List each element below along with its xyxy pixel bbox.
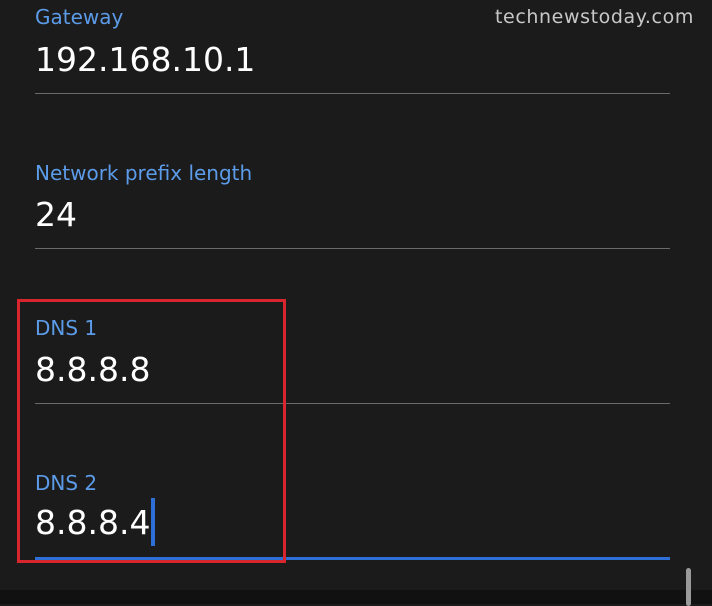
network-prefix-length-label: Network prefix length: [35, 161, 253, 185]
gateway-field[interactable]: Gateway 192.168.10.1: [35, 0, 670, 96]
network-prefix-length-field[interactable]: Network prefix length 24: [35, 150, 670, 250]
scrollbar-thumb[interactable]: [686, 568, 691, 606]
gateway-underline: [35, 93, 670, 94]
gateway-input[interactable]: 192.168.10.1: [35, 40, 255, 79]
panel-bottom-edge: [0, 590, 712, 604]
network-prefix-length-input[interactable]: 24: [35, 195, 77, 234]
network-settings-panel: technewstoday.com Gateway 192.168.10.1 N…: [0, 0, 712, 606]
network-prefix-length-underline: [35, 248, 670, 249]
gateway-label: Gateway: [35, 5, 124, 29]
dns-highlight-box: [17, 299, 286, 563]
